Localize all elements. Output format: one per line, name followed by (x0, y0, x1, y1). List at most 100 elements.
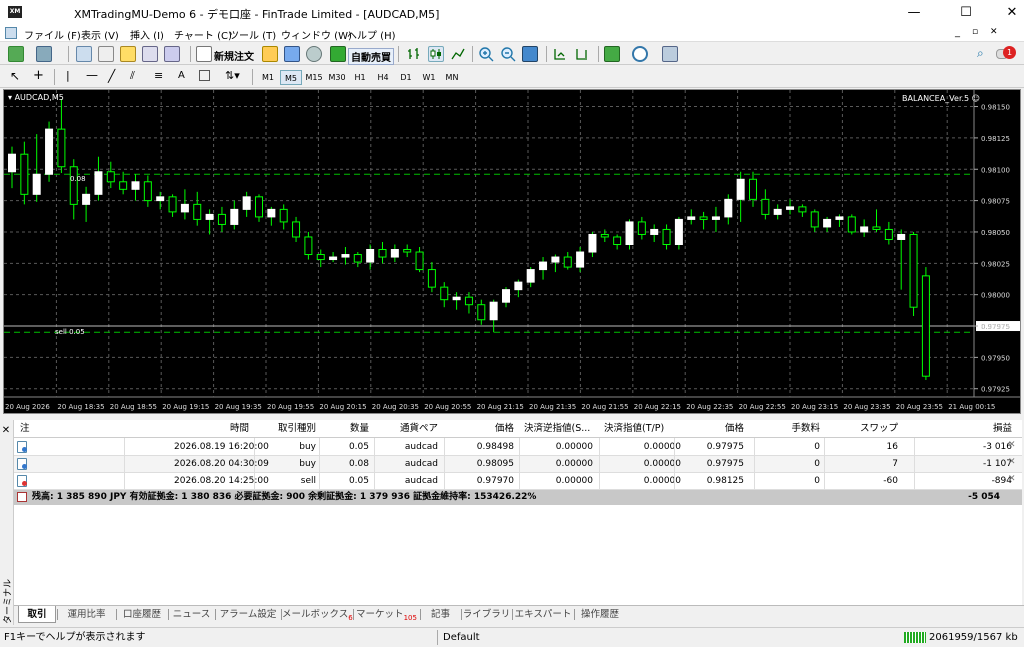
tab-0[interactable]: 取引 (18, 606, 56, 623)
tf-m15[interactable]: M15 (303, 70, 325, 85)
notifications-icon[interactable]: 1 (996, 46, 1016, 61)
auto-trade-icon[interactable] (330, 46, 346, 62)
menu-chart[interactable]: チャート (C) (174, 27, 232, 42)
tab-1[interactable]: 運用比率 (58, 606, 115, 623)
inner-restore-icon[interactable]: ▫ (972, 27, 978, 37)
arrows-icon[interactable]: ⇅▾ (225, 69, 240, 82)
close-order-icon[interactable]: ✕ (1008, 457, 1016, 467)
tab-8[interactable]: ライブラリ (462, 606, 511, 623)
table-row[interactable]: 2026.08.19 16:20:00 buy 0.05 audcad 0.98498 0… (14, 439, 1022, 455)
zoom-in-icon[interactable] (478, 46, 494, 62)
crosshair-icon[interactable]: + (33, 68, 44, 83)
tf-m5[interactable]: M5 (280, 70, 302, 85)
tf-d1[interactable]: D1 (395, 70, 417, 85)
table-row[interactable]: 2026.08.20 14:25:00 sell 0.05 audcad 0.97970… (14, 473, 1022, 489)
data-window-icon[interactable] (98, 46, 114, 62)
candlestick-icon[interactable] (428, 46, 444, 62)
col-order[interactable]: 注 (20, 420, 30, 438)
tf-mn[interactable]: MN (441, 70, 463, 85)
periodicity-icon[interactable] (632, 46, 648, 62)
auto-scroll-icon[interactable] (552, 46, 568, 62)
col-volume[interactable]: 数量 (319, 420, 369, 438)
new-order-icon[interactable] (196, 46, 212, 62)
maximize-button[interactable]: ☐ (944, 0, 988, 26)
close-button[interactable]: ✕ (990, 0, 1024, 26)
signals-icon[interactable] (306, 46, 322, 62)
chart-window-icon[interactable] (5, 27, 17, 39)
chart-shift-icon[interactable] (574, 46, 590, 62)
col-time[interactable]: 時間 (174, 420, 249, 438)
tab-4[interactable]: アラーム設定 (216, 606, 280, 623)
close-order-icon[interactable]: ✕ (1008, 474, 1016, 484)
inner-close-icon[interactable]: ✕ (990, 27, 998, 37)
menu-insert[interactable]: 挿入 (I) (130, 27, 164, 42)
bar-chart-icon[interactable] (406, 46, 422, 62)
tf-m1[interactable]: M1 (257, 70, 279, 85)
tab-5[interactable]: メールボックス6 (282, 606, 353, 623)
tester-icon[interactable] (164, 46, 180, 62)
tab-7[interactable]: 記事 (421, 606, 460, 623)
metaeditor-icon[interactable] (262, 46, 278, 62)
tf-w1[interactable]: W1 (418, 70, 440, 85)
terminal-close-icon[interactable]: ✕ (0, 425, 12, 436)
auto-trade-button[interactable]: 自動売買 (348, 48, 394, 65)
menu-help[interactable]: ヘルプ (H) (347, 27, 396, 42)
menu-tools[interactable]: ツール (T) (229, 27, 276, 42)
search-icon[interactable]: ⌕ (977, 46, 984, 61)
terminal-icon[interactable] (142, 46, 158, 62)
candle-body (353, 254, 362, 263)
zoom-out-icon[interactable] (500, 46, 516, 62)
time-axis-label: 20 Aug 18:55 (110, 403, 157, 411)
col-swap[interactable]: スワップ (824, 420, 898, 438)
text-icon[interactable]: A (178, 70, 185, 81)
col-price[interactable]: 価格 (444, 420, 514, 438)
candle-body (637, 221, 646, 235)
col-takeprofit[interactable]: 決済指値(T/P) (604, 420, 664, 438)
terminal-side-panel[interactable]: ✕ ターミナル (0, 420, 14, 625)
market-watch-icon[interactable] (76, 46, 92, 62)
channel-icon[interactable]: ⫽ (130, 69, 135, 83)
tab-9[interactable]: エキスパート (513, 606, 573, 623)
col-profit[interactable]: 損益 (914, 420, 1012, 438)
tab-10[interactable]: 操作履歴 (575, 606, 625, 623)
new-order-button[interactable]: 新規注文 (214, 48, 254, 63)
new-chart-icon[interactable] (8, 46, 24, 62)
tab-2[interactable]: 口座履歴 (117, 606, 167, 623)
tf-m30[interactable]: M30 (326, 70, 348, 85)
minimize-button[interactable]: — (892, 0, 936, 26)
price-chart[interactable]: 0.97975 0.98150 0.98125 0.98100 0.98075 0.98… (3, 89, 1021, 414)
col-stoploss[interactable]: 決済逆指値(S... (524, 420, 590, 438)
close-order-icon[interactable]: ✕ (1008, 440, 1016, 450)
col-symbol[interactable]: 通貨ペア (374, 420, 438, 438)
tile-windows-icon[interactable] (522, 46, 538, 62)
menu-view[interactable]: 表示 (V) (81, 27, 119, 42)
table-row[interactable]: 2026.08.20 04:30:09 buy 0.08 audcad 0.98095 0… (14, 456, 1022, 472)
col-current-price[interactable]: 価格 (674, 420, 744, 438)
trendline-icon[interactable]: ╱ (108, 69, 115, 83)
line-chart-icon[interactable] (450, 46, 466, 62)
vertical-line-icon[interactable]: | (66, 69, 70, 82)
price-axis-label: 0.98100 (981, 166, 1010, 174)
tf-h1[interactable]: H1 (349, 70, 371, 85)
col-commission[interactable]: 手数料 (754, 420, 820, 438)
templates-icon[interactable] (662, 46, 678, 62)
tab-3[interactable]: ニュース (169, 606, 214, 623)
chart-canvas[interactable]: 0.97975 0.98150 0.98125 0.98100 0.98075 0.98… (4, 90, 1020, 413)
col-type[interactable]: 取引種別 (254, 420, 316, 438)
inner-minimize-icon[interactable]: _ (955, 27, 960, 38)
text-label-icon[interactable] (199, 70, 210, 81)
community-icon[interactable] (284, 46, 300, 62)
profiles-icon[interactable] (36, 46, 52, 62)
navigator-icon[interactable] (120, 46, 136, 62)
balance-text: 残高: 1 385 890 JPY 有効証拠金: 1 380 836 必要証拠金… (32, 492, 537, 502)
cursor-icon[interactable]: ↖ (10, 69, 20, 83)
candle-body (526, 269, 535, 283)
tf-h4[interactable]: H4 (372, 70, 394, 85)
fibonacci-icon[interactable]: ≡ (154, 69, 163, 82)
indicators-icon[interactable] (604, 46, 620, 62)
tab-6[interactable]: マーケット105 (354, 606, 419, 623)
candle-body (267, 208, 276, 218)
menu-file[interactable]: ファイル (F) (24, 27, 81, 42)
horizontal-line-icon[interactable]: — (86, 68, 98, 82)
menu-window[interactable]: ウィンドウ (W) (281, 27, 352, 42)
